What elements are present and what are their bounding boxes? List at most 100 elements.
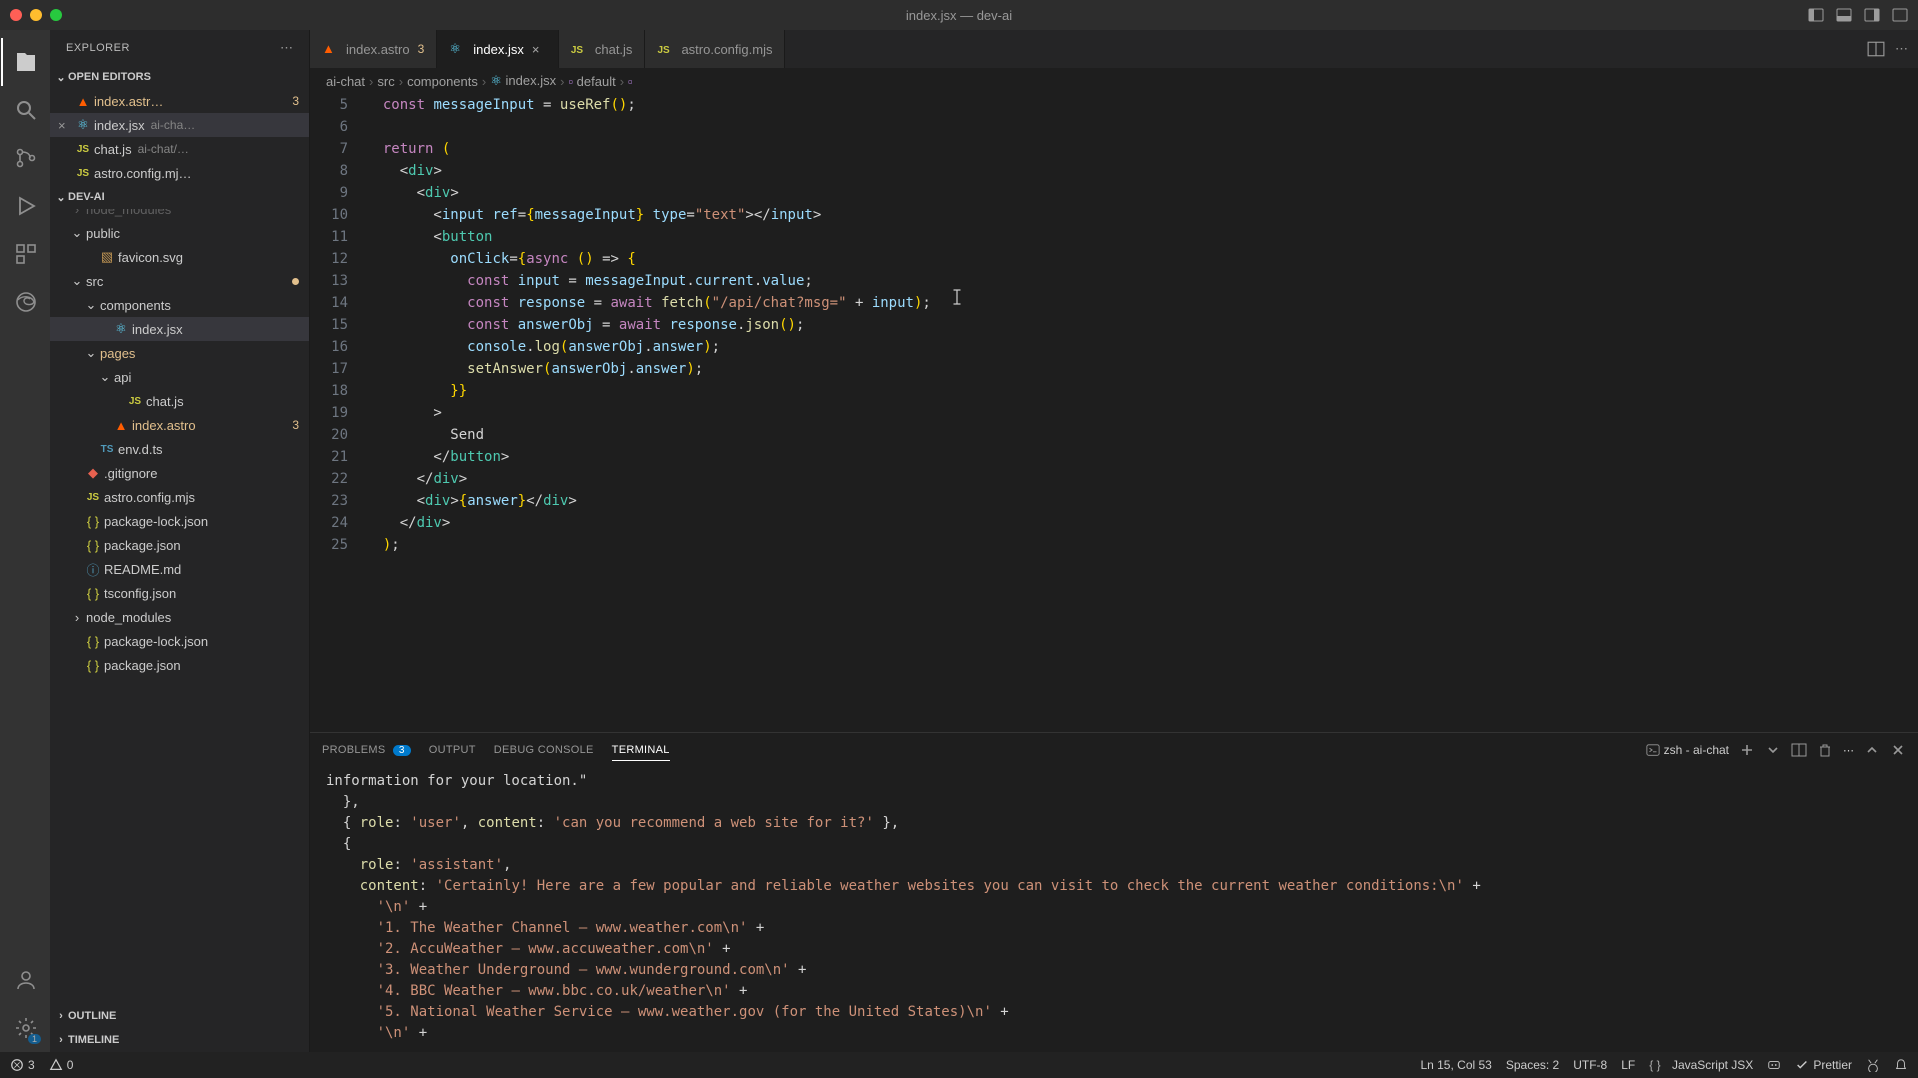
code-line[interactable]: const input = messageInput.current.value… [366, 270, 1918, 292]
code-line[interactable]: ); [366, 534, 1918, 556]
code-line[interactable] [366, 116, 1918, 138]
activity-edge[interactable] [1, 278, 49, 326]
window-maximize[interactable] [50, 9, 62, 21]
kill-terminal-icon[interactable] [1817, 742, 1833, 758]
status-eol[interactable]: LF [1621, 1058, 1635, 1072]
section-open-editors[interactable]: ⌄OPEN EDITORS [50, 65, 309, 89]
window-close[interactable] [10, 9, 22, 21]
status-feedback-icon[interactable] [1866, 1058, 1880, 1072]
breadcrumb-item[interactable]: ▫ default [568, 74, 615, 89]
folder-item[interactable]: ›node_modules [50, 209, 309, 221]
code-line[interactable]: console.log(answerObj.answer); [366, 336, 1918, 358]
panel-more-icon[interactable]: ⋯ [1843, 744, 1854, 757]
status-encoding[interactable]: UTF-8 [1573, 1058, 1607, 1072]
open-editor-item[interactable]: JSastro.config.mj… [50, 161, 309, 185]
activity-explorer[interactable] [1, 38, 49, 86]
file-item[interactable]: { }package.json [50, 653, 309, 677]
section-timeline[interactable]: ›TIMELINE [50, 1028, 309, 1052]
tab-more-icon[interactable]: ⋯ [1895, 41, 1908, 57]
close-panel-icon[interactable] [1890, 742, 1906, 758]
code-line[interactable]: const answerObj = await response.json(); [366, 314, 1918, 336]
file-item[interactable]: { }package-lock.json [50, 629, 309, 653]
folder-item[interactable]: ⌄src [50, 269, 309, 293]
layout-icon[interactable] [1892, 7, 1908, 23]
code-line[interactable]: <input ref={messageInput} type="text"></… [366, 204, 1918, 226]
status-errors[interactable]: 3 [10, 1058, 35, 1072]
file-item[interactable]: TSenv.d.ts [50, 437, 309, 461]
folder-item[interactable]: ⌄public [50, 221, 309, 245]
file-item[interactable]: ▲index.astro3 [50, 413, 309, 437]
status-copilot-icon[interactable] [1767, 1058, 1781, 1072]
activity-search[interactable] [1, 86, 49, 134]
status-warnings[interactable]: 0 [49, 1058, 74, 1072]
editor-tab[interactable]: ⚛index.jsx× [437, 30, 559, 68]
code-line[interactable]: const messageInput = useRef(); [366, 94, 1918, 116]
breadcrumb-item[interactable]: ▫ [628, 74, 633, 89]
open-editor-item[interactable]: ×⚛index.jsxai-cha… [50, 113, 309, 137]
code-line[interactable]: </button> [366, 446, 1918, 468]
breadcrumbs[interactable]: ai-chat›src›components›⚛ index.jsx›▫ def… [310, 68, 1918, 94]
breadcrumb-item[interactable]: ai-chat [326, 74, 365, 89]
terminal-output[interactable]: information for your location." }, { rol… [310, 767, 1918, 1052]
status-position[interactable]: Ln 15, Col 53 [1420, 1058, 1491, 1072]
section-project[interactable]: ⌄DEV-AI [50, 185, 309, 209]
open-editor-item[interactable]: JSchat.jsai-chat/… [50, 137, 309, 161]
file-item[interactable]: ⚛index.jsx [50, 317, 309, 341]
terminal-selector[interactable]: zsh - ai-chat [1646, 743, 1729, 757]
code-line[interactable]: > [366, 402, 1918, 424]
status-prettier[interactable]: Prettier [1795, 1058, 1852, 1072]
panel-tab-output[interactable]: OUTPUT [429, 740, 476, 760]
code-line[interactable]: setAnswer(answerObj.answer); [366, 358, 1918, 380]
sidebar-more-icon[interactable]: ⋯ [280, 40, 293, 56]
file-item[interactable]: { }tsconfig.json [50, 581, 309, 605]
close-icon[interactable]: × [532, 42, 546, 57]
open-editor-item[interactable]: ▲index.astr…3 [50, 89, 309, 113]
new-terminal-icon[interactable] [1739, 742, 1755, 758]
window-minimize[interactable] [30, 9, 42, 21]
activity-account[interactable] [1, 956, 49, 1004]
code-line[interactable]: const response = await fetch("/api/chat?… [366, 292, 1918, 314]
split-editor-icon[interactable] [1867, 40, 1885, 58]
file-item[interactable]: JSastro.config.mjs [50, 485, 309, 509]
folder-item[interactable]: ⌄pages [50, 341, 309, 365]
folder-item[interactable]: ⌄components [50, 293, 309, 317]
terminal-dropdown-icon[interactable] [1765, 742, 1781, 758]
code-line[interactable]: return ( [366, 138, 1918, 160]
panel-left-icon[interactable] [1808, 7, 1824, 23]
split-terminal-icon[interactable] [1791, 742, 1807, 758]
code-line[interactable]: Send [366, 424, 1918, 446]
code-line[interactable]: </div> [366, 468, 1918, 490]
editor-tab[interactable]: JSastro.config.mjs [645, 30, 785, 68]
breadcrumb-item[interactable]: ⚛ index.jsx [490, 73, 556, 89]
file-item[interactable]: ⓘREADME.md [50, 557, 309, 581]
folder-item[interactable]: ›node_modules [50, 605, 309, 629]
status-language[interactable]: { } JavaScript JSX [1649, 1058, 1753, 1072]
code-line[interactable]: }} [366, 380, 1918, 402]
status-bell-icon[interactable] [1894, 1058, 1908, 1072]
status-spaces[interactable]: Spaces: 2 [1506, 1058, 1559, 1072]
file-item[interactable]: { }package-lock.json [50, 509, 309, 533]
activity-scm[interactable] [1, 134, 49, 182]
breadcrumb-item[interactable]: src [377, 74, 394, 89]
editor-body[interactable]: 5678910111213141516171819202122232425 co… [310, 94, 1918, 732]
panel-tab-debug[interactable]: DEBUG CONSOLE [494, 740, 594, 760]
file-item[interactable]: { }package.json [50, 533, 309, 557]
maximize-panel-icon[interactable] [1864, 742, 1880, 758]
editor-tab[interactable]: ▲index.astro3 [310, 30, 437, 68]
code-line[interactable]: <button [366, 226, 1918, 248]
code-line[interactable]: <div> [366, 182, 1918, 204]
panel-right-icon[interactable] [1864, 7, 1880, 23]
editor-tab[interactable]: JSchat.js [559, 30, 646, 68]
code-line[interactable]: onClick={async () => { [366, 248, 1918, 270]
activity-extensions[interactable] [1, 230, 49, 278]
file-item[interactable]: ▧favicon.svg [50, 245, 309, 269]
folder-item[interactable]: ⌄api [50, 365, 309, 389]
code-line[interactable]: </div> [366, 512, 1918, 534]
close-icon[interactable]: × [58, 118, 74, 133]
breadcrumb-item[interactable]: components [407, 74, 478, 89]
activity-settings[interactable]: 1 [1, 1004, 49, 1052]
file-item[interactable]: JSchat.js [50, 389, 309, 413]
code-line[interactable]: <div>{answer}</div> [366, 490, 1918, 512]
panel-tab-terminal[interactable]: TERMINAL [612, 740, 670, 761]
panel-bottom-icon[interactable] [1836, 7, 1852, 23]
